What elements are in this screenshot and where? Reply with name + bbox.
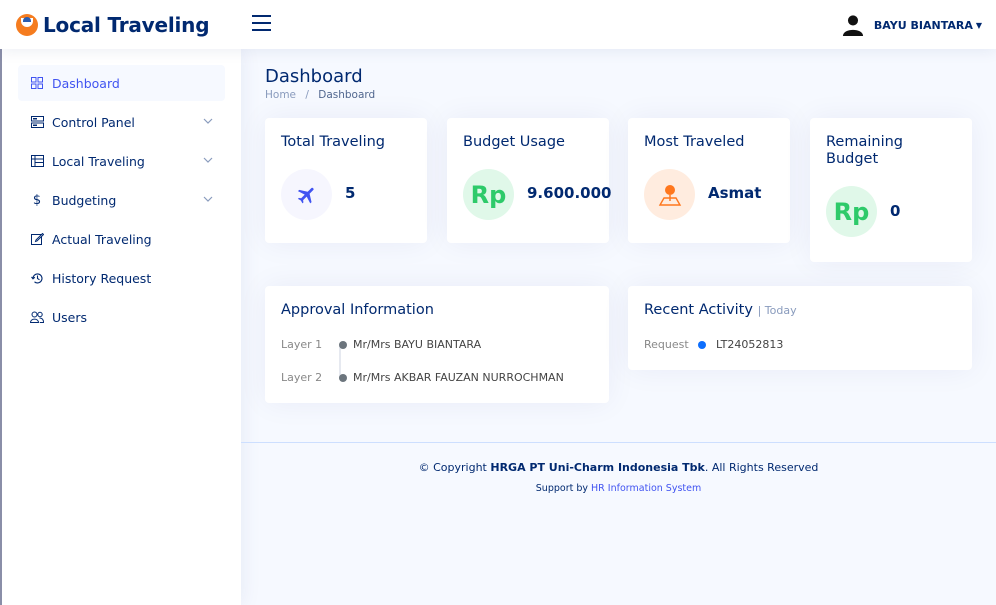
sidebar-item-local-traveling[interactable]: Local Traveling — [18, 143, 225, 179]
airplane-icon — [281, 169, 332, 220]
server-icon — [30, 115, 44, 129]
timeline-dot — [339, 373, 347, 382]
chevron-down-icon — [203, 196, 213, 202]
user-name: BAYU BIANTARA — [873, 18, 973, 32]
hamburger-icon — [252, 15, 271, 17]
card-title: Approval Information — [281, 302, 434, 318]
dollar-icon: $ — [32, 192, 42, 208]
rupiah-icon: Rp — [463, 169, 514, 220]
sidebar-item-label: Local Traveling — [52, 153, 145, 169]
recent-activity-card: Recent Activity | Today Request LT240528… — [628, 286, 972, 370]
card-title: Budget Usage — [463, 134, 565, 150]
remaining-budget-card: Remaining Budget Rp 0 — [810, 118, 972, 262]
card-title: Total Traveling — [281, 134, 385, 150]
sidebar: Dashboard Control Panel Local Traveling … — [0, 49, 241, 605]
breadcrumb: Home / Dashboard — [265, 89, 375, 101]
user-icon — [842, 15, 864, 36]
chevron-down-icon — [203, 157, 213, 163]
approval-information-card: Approval Information Layer 1 Mr/Mrs BAYU… — [265, 286, 609, 403]
sidebar-item-label: Budgeting — [52, 192, 117, 208]
chevron-down-icon — [203, 118, 213, 124]
stat-value: 5 — [345, 184, 356, 202]
grid-icon — [30, 76, 44, 90]
card-title: Recent Activity | Today — [644, 302, 797, 319]
main-content: Dashboard Home / Dashboard Total Traveli… — [241, 49, 996, 605]
page-title: Dashboard — [265, 66, 363, 87]
sidebar-item-label: Users — [52, 309, 88, 325]
sidebar-item-actual-traveling[interactable]: Actual Traveling — [18, 221, 225, 257]
support-link[interactable]: HR Information System — [591, 483, 701, 494]
approver-name: Mr/Mrs BAYU BIANTARA — [353, 338, 482, 351]
breadcrumb-current: Dashboard — [318, 89, 376, 101]
layer-label: Layer 2 — [281, 371, 323, 384]
activity-dot — [698, 340, 706, 349]
total-traveling-card: Total Traveling 5 — [265, 118, 427, 243]
stat-value: Asmat — [708, 184, 762, 202]
activity-value: LT24052813 — [716, 338, 784, 351]
footer: © Copyright HRGA PT Uni-Charm Indonesia … — [241, 442, 996, 605]
top-header: Local Traveling BAYU BIANTARA ▼ — [0, 0, 996, 49]
rupiah-icon: Rp — [826, 186, 877, 237]
history-icon — [30, 271, 44, 285]
map-pin-icon — [644, 169, 695, 220]
activity-subtitle: | Today — [757, 304, 797, 317]
sidebar-toggle-button[interactable] — [252, 15, 271, 32]
stat-value: 0 — [890, 202, 901, 220]
table-icon — [30, 154, 44, 168]
stat-value: 9.600.000 — [527, 184, 612, 202]
user-menu[interactable]: BAYU BIANTARA ▼ — [842, 14, 982, 36]
app-title: Local Traveling — [43, 13, 210, 37]
card-title: Most Traveled — [644, 134, 745, 150]
sidebar-item-label: History Request — [52, 270, 152, 286]
approval-layer-row: Layer 1 Mr/Mrs BAYU BIANTARA — [281, 338, 481, 351]
sidebar-item-label: Control Panel — [52, 114, 135, 130]
sidebar-item-budgeting[interactable]: $ Budgeting — [18, 182, 225, 218]
activity-label: Request — [644, 338, 689, 351]
budget-usage-card: Budget Usage Rp 9.600.000 — [447, 118, 612, 243]
sidebar-item-control-panel[interactable]: Control Panel — [18, 104, 225, 140]
breadcrumb-separator: / — [305, 89, 309, 101]
caret-down-icon: ▼ — [975, 20, 982, 30]
approver-name: Mr/Mrs AKBAR FAUZAN NURROCHMAN — [353, 371, 564, 384]
most-traveled-card: Most Traveled Asmat — [628, 118, 790, 243]
app-logo-link[interactable]: Local Traveling — [16, 12, 210, 38]
approval-layer-row: Layer 2 Mr/Mrs AKBAR FAUZAN NURROCHMAN — [281, 371, 564, 384]
support-text: Support by HR Information System — [535, 483, 702, 494]
sidebar-item-dashboard[interactable]: Dashboard — [18, 65, 225, 101]
breadcrumb-home-link[interactable]: Home — [265, 89, 296, 101]
app-logo-icon — [16, 14, 38, 36]
sidebar-item-users[interactable]: Users — [18, 299, 225, 335]
sidebar-item-label: Dashboard — [52, 75, 120, 91]
activity-row: Request LT24052813 — [644, 338, 783, 351]
edit-icon — [30, 232, 44, 246]
card-title: Remaining Budget — [826, 134, 903, 167]
layer-label: Layer 1 — [281, 338, 323, 351]
company-name: HRGA PT Uni-Charm Indonesia Tbk — [490, 461, 705, 474]
timeline-dot — [339, 340, 347, 349]
people-icon — [30, 310, 44, 324]
copyright-text: © Copyright HRGA PT Uni-Charm Indonesia … — [418, 461, 819, 474]
sidebar-item-label: Actual Traveling — [52, 231, 152, 247]
sidebar-item-history-request[interactable]: History Request — [18, 260, 225, 296]
activity-title: Recent Activity — [644, 302, 753, 318]
